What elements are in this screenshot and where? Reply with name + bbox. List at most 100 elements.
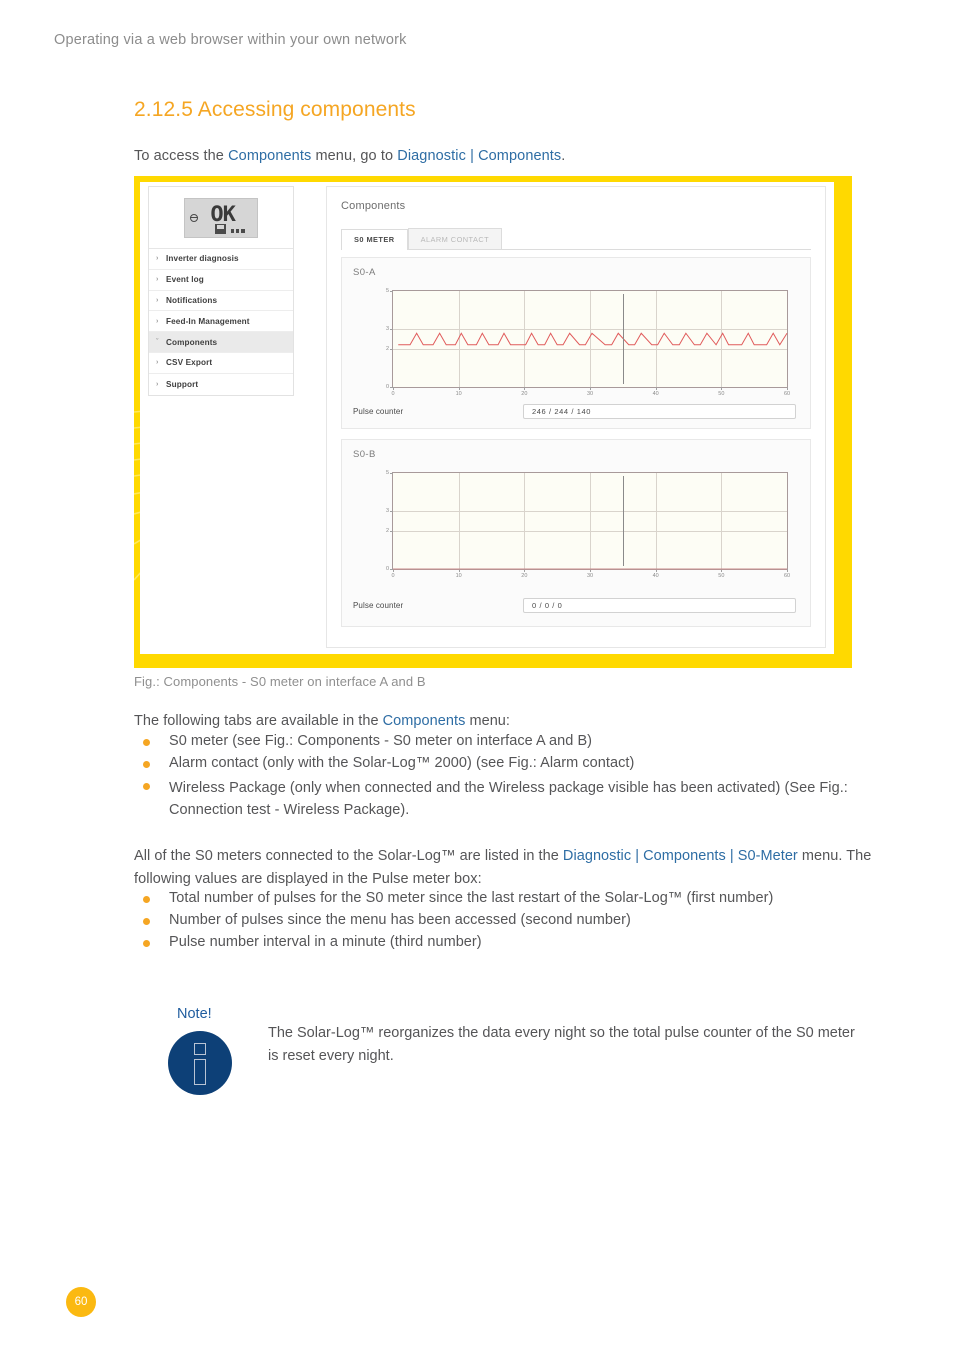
tab-s0-meter[interactable]: S0 METER <box>341 229 408 250</box>
list-item: S0 meter (see Fig.: Components - S0 mete… <box>143 733 880 749</box>
bullet-dot-icon <box>143 940 150 947</box>
tab-bar: S0 METER ALARM CONTACT <box>341 228 811 250</box>
lcd-status-text: OK <box>210 202 237 226</box>
note-title: Note! <box>177 1006 212 1022</box>
chart-title-s0-b: S0-B <box>353 449 376 460</box>
sidebar-item-notifications[interactable]: › Notifications <box>149 290 293 312</box>
intro-link-components[interactable]: Components <box>228 148 311 164</box>
x-axis-tick-label: 40 <box>652 391 659 397</box>
panel-title: Components <box>341 200 406 212</box>
chart-block-s0-a: S0-A 5 3 2 0 0 10 20 30 40 50 60 Pulse counter 246… <box>341 257 811 429</box>
sidebar-item-event-log[interactable]: › Event log <box>149 269 293 291</box>
lcd-panel: OK <box>184 197 258 238</box>
pulse-counter-value-a[interactable]: 246 / 244 / 140 <box>523 404 796 419</box>
chevron-down-icon: ˇ <box>156 338 159 346</box>
list-item-label: Pulse number interval in a minute (third… <box>169 934 482 950</box>
x-axis-tick-label: 0 <box>391 391 395 397</box>
intro-text-mid: menu, go to <box>311 148 398 164</box>
chart-line <box>398 332 788 346</box>
pulse-counter-label-b: Pulse counter <box>353 601 404 610</box>
tab-alarm-contact[interactable]: ALARM CONTACT <box>407 228 503 249</box>
list-item-label: Total number of pulses for the S0 meter … <box>169 890 774 906</box>
intro-link-diagnostic-components[interactable]: Diagnostic | Components <box>397 148 561 164</box>
list-item: Wireless Package (only when connected an… <box>143 777 880 821</box>
meters-paragraph: All of the S0 meters connected to the So… <box>134 845 880 891</box>
info-icon-stem <box>194 1059 206 1085</box>
chevron-right-icon: › <box>156 296 159 304</box>
bullet-dot-icon <box>143 739 150 746</box>
chevron-right-icon: › <box>156 359 159 367</box>
sidebar-item-inverter-diagnosis[interactable]: › Inverter diagnosis <box>149 249 293 270</box>
pulse-counter-row-s0-b: Pulse counter 0 / 0 / 0 <box>353 598 796 613</box>
sidebar-item-support[interactable]: › Support <box>149 373 293 395</box>
list-item-label: S0 meter (see Fig.: Components - S0 mete… <box>169 733 593 749</box>
chevron-right-icon: › <box>156 380 159 388</box>
x-axis-tick-mark <box>458 387 460 390</box>
x-axis-tick-label: 60 <box>783 573 791 579</box>
intro-text-pre: To access the <box>134 148 229 164</box>
sidebar-item-feed-in-management[interactable]: › Feed-In Management <box>149 311 293 333</box>
disk-icon <box>215 223 226 234</box>
sidebar-item-label: Support <box>166 379 199 389</box>
chart-block-s0-b: S0-B 5 3 2 0 0 10 20 30 40 50 60 Pulse counter 0 /… <box>341 439 811 627</box>
chevron-right-icon: › <box>156 276 159 284</box>
bullet-dot-icon <box>143 761 150 768</box>
y-axis-tick-label: 2 <box>385 345 389 352</box>
intro-paragraph: To access the Components menu, go to Dia… <box>134 148 565 164</box>
tabs-intro-link[interactable]: Components <box>383 713 466 729</box>
pulse-counter-value-b[interactable]: 0 / 0 / 0 <box>523 598 796 613</box>
plot-canvas-s0-b: 5 3 2 0 0 10 20 30 40 50 60 <box>386 470 790 579</box>
meters-para-pre: All of the S0 meters connected to the So… <box>134 848 563 864</box>
lcd-status-display: OK <box>149 187 293 249</box>
sidebar-item-label: Event log <box>166 275 204 285</box>
x-axis-tick-label: 10 <box>455 391 462 397</box>
tabs-intro-post: menu: <box>465 713 511 729</box>
plot-area-s0-b: 5 3 2 0 0 10 20 30 40 50 60 <box>386 470 790 579</box>
running-header: Operating via a web browser within your … <box>54 32 407 48</box>
sidebar-item-label: Inverter diagnosis <box>166 254 239 264</box>
x-axis-tick-label: 20 <box>521 573 528 579</box>
info-icon <box>168 1031 232 1095</box>
sidebar-item-label: Components <box>166 337 218 347</box>
info-icon-dot <box>194 1043 206 1055</box>
x-axis-tick-label: 50 <box>718 573 725 579</box>
x-axis-tick-mark <box>393 387 394 390</box>
sidebar-item-label: Feed-In Management <box>166 316 250 326</box>
x-axis-tick-label: 30 <box>586 391 594 397</box>
sidebar: OK › Inverter diagnosis › Event log › Notific… <box>148 186 294 396</box>
signal-dots-icon <box>231 228 245 233</box>
bullet-dot-icon <box>143 896 150 903</box>
tabs-intro-pre: The following tabs are available in the <box>134 713 383 729</box>
chevron-right-icon: › <box>156 255 159 263</box>
chart-series-layer <box>398 332 788 346</box>
x-axis-tick-label: 30 <box>586 573 594 579</box>
x-axis-tick-mark <box>655 387 657 390</box>
list-item-label: Number of pulses since the menu has been… <box>169 912 631 928</box>
y-axis-tick-label: 3 <box>385 326 389 333</box>
sidebar-item-components[interactable]: ˇ Components <box>149 332 293 353</box>
sidebar-item-label: CSV Export <box>166 358 213 368</box>
intro-text-post: . <box>561 148 566 164</box>
y-axis-tick-label: 0 <box>385 566 389 572</box>
chart-series-layer <box>393 568 787 570</box>
list-item: Number of pulses since the menu has been… <box>143 912 880 928</box>
x-axis-tick-mark <box>721 387 723 390</box>
sidebar-item-csv-export[interactable]: › CSV Export <box>149 352 293 374</box>
app-window: OK › Inverter diagnosis › Event log › Notific… <box>140 182 834 654</box>
bullet-dot-icon <box>143 783 150 790</box>
chevron-right-icon: › <box>156 317 159 325</box>
note-text: The Solar-Log™ reorganizes the data ever… <box>268 1025 855 1064</box>
list-item: Total number of pulses for the S0 meter … <box>143 890 880 906</box>
x-axis-tick-label: 0 <box>391 573 395 579</box>
x-axis-tick-mark <box>524 387 526 390</box>
x-axis-tick-label: 50 <box>718 391 725 397</box>
figure-caption: Fig.: Components - S0 meter on interface… <box>134 674 426 689</box>
sidebar-item-label: Notifications <box>166 295 218 305</box>
plot-canvas-s0-a: 5 3 2 0 0 10 20 30 40 50 60 <box>386 288 790 397</box>
x-axis-tick-label: 40 <box>652 573 659 579</box>
page-title: 2.12.5 Accessing components <box>134 98 416 121</box>
components-panel: Components S0 METER ALARM CONTACT S0-A 5… <box>326 186 826 648</box>
chart-cursor-line[interactable] <box>622 293 624 385</box>
chart-cursor-line[interactable] <box>622 475 624 567</box>
meters-para-link[interactable]: Diagnostic | Components | S0-Meter <box>563 848 798 864</box>
